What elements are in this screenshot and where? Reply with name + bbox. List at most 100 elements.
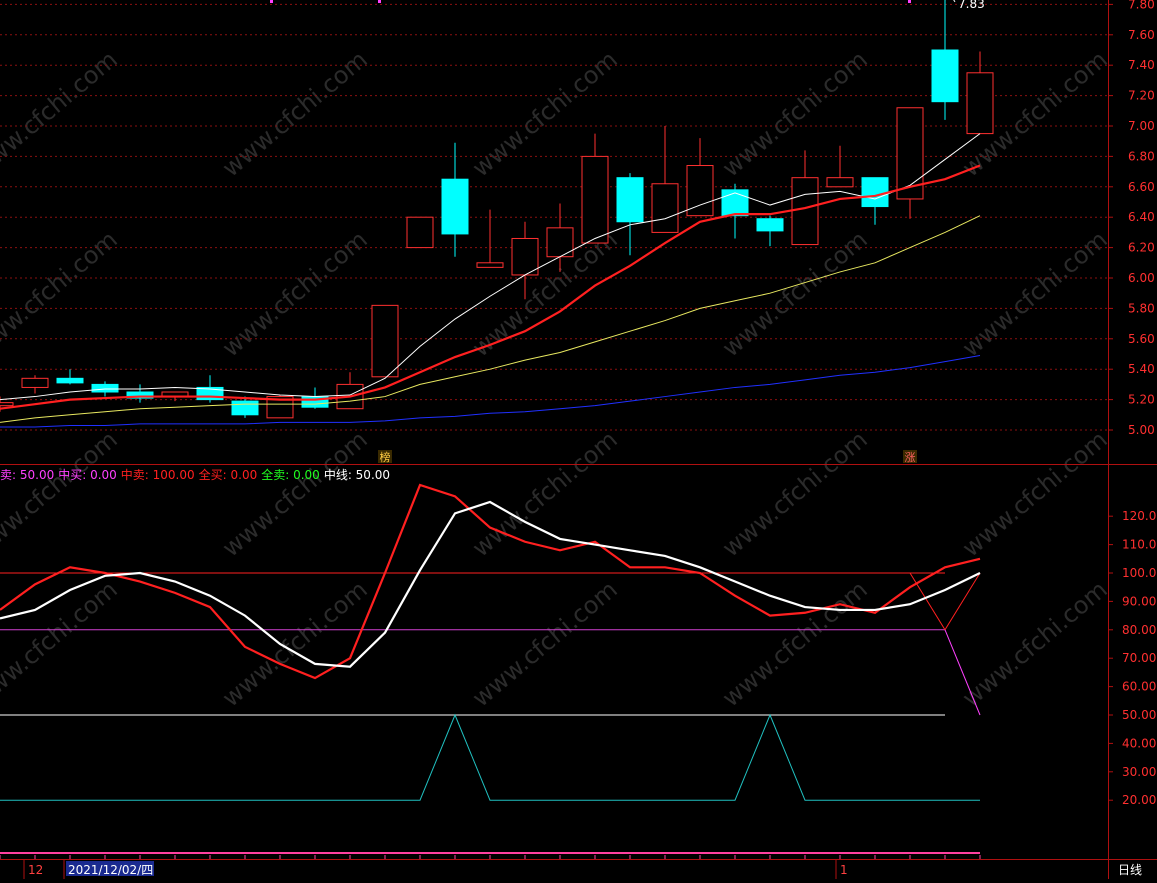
candle-body bbox=[861, 177, 889, 208]
legend-item: 全买: 0.00 bbox=[198, 468, 258, 482]
candle bbox=[651, 126, 679, 233]
candle-body bbox=[581, 155, 609, 244]
legend-item: 全卖: 0.00 bbox=[261, 468, 320, 482]
candle-body bbox=[721, 189, 749, 217]
y-tick-label: 80.00 bbox=[1122, 623, 1156, 637]
y-tick-label: 6.60 bbox=[1128, 180, 1155, 194]
high-price-label: 7.83 bbox=[958, 0, 985, 11]
indicator-line bbox=[0, 713, 980, 801]
watermark-text: www.cfchi.com bbox=[217, 225, 373, 362]
candle bbox=[581, 133, 609, 244]
y-tick-label: 7.60 bbox=[1128, 28, 1155, 42]
watermark-text: www.cfchi.com bbox=[0, 225, 123, 362]
candle-body bbox=[231, 400, 259, 416]
high-marker bbox=[945, 0, 956, 3]
y-tick-label: 5.60 bbox=[1128, 332, 1155, 346]
candle bbox=[371, 304, 399, 378]
y-tick-label: 6.40 bbox=[1128, 210, 1155, 224]
candle bbox=[686, 138, 714, 217]
candle-body bbox=[406, 216, 434, 249]
watermark-text: www.cfchi.com bbox=[717, 575, 873, 712]
candle-body bbox=[826, 177, 854, 188]
stock-chart[interactable]: www.cfchi.com www.cfchi.com www.cfchi.com w… bbox=[0, 0, 1157, 879]
y-tick-label: 7.00 bbox=[1128, 119, 1155, 133]
y-tick-label: 40.00 bbox=[1122, 736, 1156, 750]
candle-body bbox=[756, 218, 784, 232]
candle-body bbox=[441, 178, 469, 235]
candle bbox=[966, 51, 994, 135]
y-tick-label: 110.0 bbox=[1122, 538, 1156, 552]
candle bbox=[406, 216, 434, 249]
candle-body bbox=[616, 177, 644, 223]
y-tick-label: 6.00 bbox=[1128, 271, 1155, 285]
top-marker bbox=[908, 0, 911, 3]
y-tick-label: 6.80 bbox=[1128, 149, 1155, 163]
candle-body bbox=[91, 383, 119, 393]
legend-item: 中线: 50.00 bbox=[323, 468, 391, 482]
period-label: 日线 bbox=[1118, 863, 1142, 877]
candle-body bbox=[931, 49, 959, 103]
watermark-text: www.cfchi.com bbox=[717, 225, 873, 362]
candle bbox=[21, 375, 49, 394]
ma-line bbox=[0, 355, 981, 428]
candle bbox=[56, 369, 84, 385]
y-tick-label: 7.20 bbox=[1128, 89, 1155, 103]
watermark-text: www.cfchi.com bbox=[957, 225, 1113, 362]
candle bbox=[861, 177, 889, 225]
candle bbox=[616, 173, 644, 256]
y-tick-label: 5.20 bbox=[1128, 393, 1155, 407]
candle-body bbox=[476, 262, 504, 268]
signal-label: 榜 bbox=[380, 450, 391, 464]
indicator-legend: 卖: 50.00 中买: 0.00 中卖: 100.00 全买: 0.00 全卖: 0.… bbox=[0, 466, 394, 483]
x-axis-label: 1 bbox=[840, 863, 848, 877]
watermark-text: www.cfchi.com bbox=[717, 45, 873, 182]
watermark-text: www.cfchi.com bbox=[0, 45, 123, 182]
watermark-layer: www.cfchi.com www.cfchi.com www.cfchi.com w… bbox=[0, 45, 1113, 712]
y-tick-label: 5.40 bbox=[1128, 362, 1155, 376]
y-tick-label: 100.0 bbox=[1122, 566, 1156, 580]
signal-label: 涨 bbox=[905, 451, 916, 464]
y-tick-label: 30.00 bbox=[1122, 765, 1156, 779]
y-tick-label: 60.00 bbox=[1122, 680, 1156, 694]
watermark-text: www.cfchi.com bbox=[217, 425, 373, 562]
y-tick-label: 5.80 bbox=[1128, 301, 1155, 315]
y-tick-label: 70.00 bbox=[1122, 651, 1156, 665]
watermark-text: www.cfchi.com bbox=[717, 425, 873, 562]
watermark-text: www.cfchi.com bbox=[467, 575, 623, 712]
candle bbox=[826, 145, 854, 188]
candle-body bbox=[21, 377, 49, 388]
y-tick-label: 20.00 bbox=[1122, 793, 1156, 807]
watermark-text: www.cfchi.com bbox=[467, 425, 623, 562]
candle-body bbox=[791, 177, 819, 246]
x-axis-label: 12 bbox=[28, 863, 43, 877]
legend-item: 中卖: 100.00 bbox=[120, 468, 195, 482]
legend-item: 中买: 0.00 bbox=[58, 468, 117, 482]
y-tick-label: 5.00 bbox=[1128, 423, 1155, 437]
candle bbox=[441, 142, 469, 257]
candle-body bbox=[371, 304, 399, 378]
watermark-text: www.cfchi.com bbox=[0, 425, 123, 562]
y-tick-label: 6.20 bbox=[1128, 241, 1155, 255]
candle bbox=[721, 183, 749, 239]
x-axis-label: 2021/12/02/四 bbox=[68, 863, 153, 877]
legend-item: 卖: 50.00 bbox=[0, 468, 55, 482]
chart-stage: www.cfchi.com www.cfchi.com www.cfchi.com w… bbox=[0, 0, 1157, 879]
candle-body bbox=[651, 183, 679, 233]
y-tick-label: 120.0 bbox=[1122, 509, 1156, 523]
y-tick-label: 50.00 bbox=[1122, 708, 1156, 722]
y-tick-label: 7.80 bbox=[1128, 0, 1155, 11]
watermark-text: www.cfchi.com bbox=[217, 575, 373, 712]
candle-body bbox=[966, 72, 994, 135]
candle bbox=[896, 107, 924, 219]
ma-line bbox=[0, 164, 981, 410]
watermark-text: www.cfchi.com bbox=[217, 45, 373, 182]
top-marker bbox=[270, 0, 273, 3]
watermark-text: www.cfchi.com bbox=[957, 575, 1113, 712]
candle-body bbox=[511, 237, 539, 276]
candle bbox=[931, 0, 959, 120]
signal-line bbox=[944, 629, 981, 716]
candle-body bbox=[56, 377, 84, 384]
top-marker bbox=[378, 0, 381, 3]
candle bbox=[756, 215, 784, 247]
candle bbox=[476, 209, 504, 268]
